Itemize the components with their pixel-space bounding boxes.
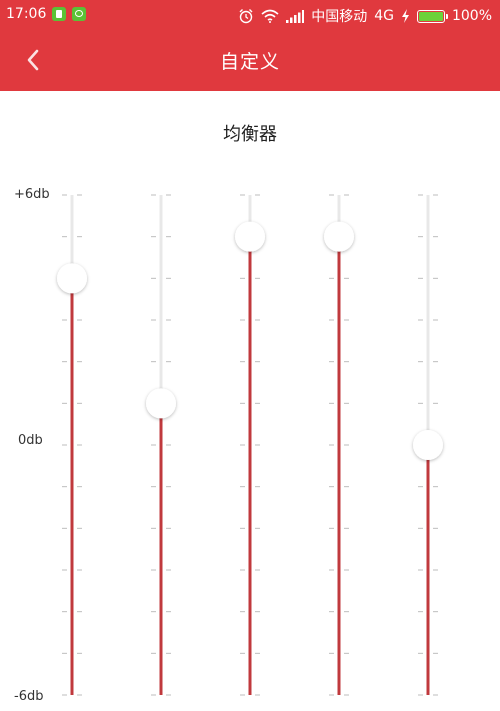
eq-knob-5[interactable] (413, 430, 443, 460)
equalizer-sliders (57, 194, 443, 696)
eq-knob-4[interactable] (324, 221, 354, 252)
eq-knob-3[interactable] (235, 221, 265, 252)
eq-knob-1[interactable] (57, 263, 87, 294)
eq-knob-2[interactable] (146, 388, 176, 419)
